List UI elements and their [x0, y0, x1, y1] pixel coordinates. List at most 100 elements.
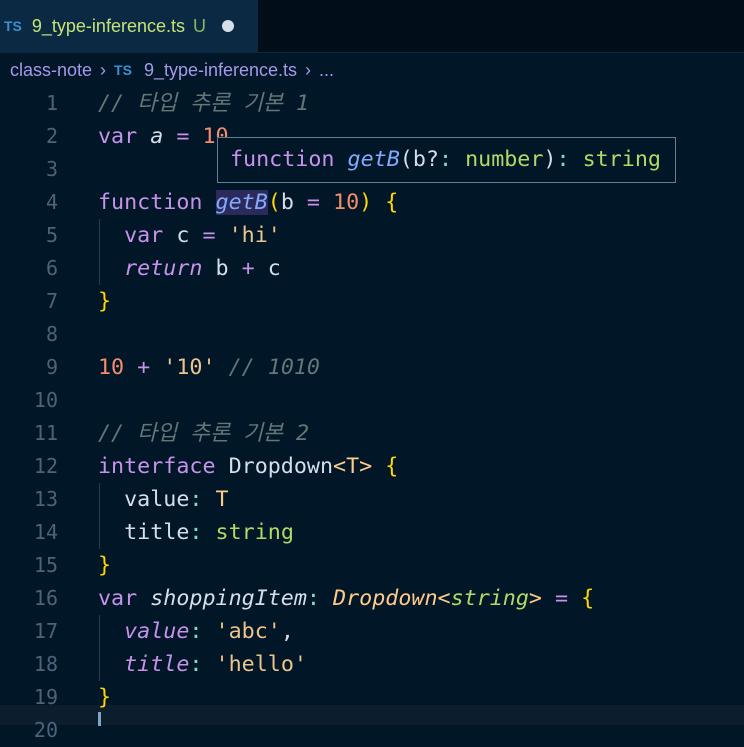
code-token: b: [202, 256, 242, 281]
code-token: :: [189, 487, 216, 512]
code-token: string: [450, 586, 529, 611]
line-number: 5: [45, 223, 58, 247]
line-number: 8: [45, 322, 58, 346]
code-content: value: 'abc',: [98, 615, 294, 648]
line-number: 12: [33, 454, 58, 478]
code-line[interactable]: 4 function getB(b = 10) {: [0, 186, 744, 219]
hover-return-type: string: [582, 147, 661, 172]
line-number: 10: [33, 388, 58, 412]
line-number: 6: [45, 256, 58, 280]
code-line[interactable]: 17 value: 'abc',: [0, 615, 744, 648]
code-token: >: [528, 586, 542, 611]
code-token: interface: [98, 454, 229, 479]
code-token: +: [241, 256, 255, 281]
breadcrumb-file[interactable]: 9_type-inference.ts: [144, 60, 297, 81]
code-token: return: [98, 256, 203, 281]
code-line[interactable]: 14 title: string: [0, 516, 744, 549]
code-content: 10 + '10' // 1010: [98, 351, 320, 384]
code-token: value: [98, 487, 190, 512]
code-token: {: [581, 586, 595, 611]
code-line[interactable]: 1 // 타입 추론 기본 1: [0, 87, 744, 120]
code-token: // 타입 추론 기본 2: [98, 421, 310, 446]
code-token: '10': [163, 355, 216, 380]
line-number: 2: [45, 124, 58, 148]
line-number: 4: [45, 190, 58, 214]
code-token: ): [359, 190, 373, 215]
line-number: 18: [33, 652, 58, 676]
code-line[interactable]: 11 // 타입 추론 기본 2: [0, 417, 744, 450]
code-content: var c = 'hi': [98, 219, 281, 252]
code-content: interface Dropdown<T> {: [98, 450, 398, 483]
line-number: 19: [33, 685, 58, 709]
line-number: 1: [45, 91, 58, 115]
code-content: }: [98, 285, 111, 318]
code-token: :: [189, 619, 216, 644]
code-content: // 타입 추론 기본 1: [98, 87, 309, 120]
code-token: // 1010: [215, 355, 320, 380]
code-token: Dropdown: [333, 586, 438, 611]
code-token: b: [280, 190, 294, 215]
chevron-right-icon: ›: [305, 59, 312, 80]
line-number: 14: [33, 520, 58, 544]
code-token: a: [150, 124, 164, 149]
code-line[interactable]: 10: [0, 384, 744, 417]
code-token: <: [437, 586, 451, 611]
code-line[interactable]: 12 interface Dropdown<T> {: [0, 450, 744, 483]
breadcrumb-more[interactable]: ...: [319, 60, 334, 81]
code-content: function getB(b = 10) {: [98, 186, 398, 219]
code-token: (: [267, 190, 281, 215]
code-line[interactable]: 16 var shoppingItem: Dropdown<string> = {: [0, 582, 744, 615]
code-line[interactable]: 7}: [0, 285, 744, 318]
code-line[interactable]: 13 value: T: [0, 483, 744, 516]
code-content: var shoppingItem: Dropdown<string> = {: [98, 582, 594, 615]
code-token: c: [254, 256, 281, 281]
code-line[interactable]: 19}: [0, 681, 744, 714]
code-content: title: 'hello': [98, 648, 307, 681]
code-token: }: [98, 553, 112, 578]
code-token: =: [541, 586, 582, 611]
code-content: }: [98, 681, 111, 714]
code-token: +: [124, 355, 164, 380]
code-token: {: [385, 454, 399, 479]
code-token: ,: [280, 619, 294, 644]
line-number: 15: [33, 553, 58, 577]
line-number: 17: [33, 619, 58, 643]
breadcrumb-folder[interactable]: class-note: [10, 60, 92, 81]
code-content: // 타입 추론 기본 2: [98, 417, 309, 450]
line-number: 3: [45, 157, 58, 181]
code-content: return b + c: [98, 252, 281, 285]
code-token: T: [346, 454, 360, 479]
tab-bar: TS 9_type-inference.ts U: [0, 0, 744, 53]
hover-colon: :: [438, 147, 466, 172]
code-token: 10: [333, 190, 360, 215]
code-token: Dropdown: [228, 454, 334, 479]
unsaved-dot-icon[interactable]: [221, 20, 234, 32]
code-token: string: [215, 520, 294, 545]
code-line[interactable]: 6 return b + c: [0, 252, 744, 285]
line-number: 9: [45, 355, 58, 379]
code-line[interactable]: 18 title: 'hello': [0, 648, 744, 681]
breadcrumb: class-note › TS 9_type-inference.ts › ..…: [0, 53, 744, 87]
code-token: :: [306, 586, 334, 611]
code-token: {: [385, 190, 399, 215]
code-line[interactable]: 5 var c = 'hi': [0, 219, 744, 252]
code-token: function: [98, 190, 216, 215]
code-line[interactable]: 9 10 + '10' // 1010: [0, 351, 744, 384]
code-line[interactable]: 20: [0, 714, 744, 747]
code-token: title: [98, 520, 190, 545]
hover-colon: :: [556, 147, 583, 172]
code-line[interactable]: 15}: [0, 549, 744, 582]
hover-param: b?: [412, 147, 439, 172]
code-token: =: [189, 223, 229, 248]
hover-param-type: number: [465, 147, 544, 172]
git-untracked-badge: U: [192, 15, 206, 36]
code-token: var: [98, 124, 151, 149]
hover-function-name: getB: [347, 147, 400, 172]
code-line[interactable]: 8: [0, 318, 744, 351]
tab-9-type-inference[interactable]: TS 9_type-inference.ts U: [0, 0, 258, 52]
code-token: >: [359, 454, 373, 479]
line-number: 16: [33, 586, 58, 610]
typescript-file-icon: TS: [4, 18, 22, 34]
